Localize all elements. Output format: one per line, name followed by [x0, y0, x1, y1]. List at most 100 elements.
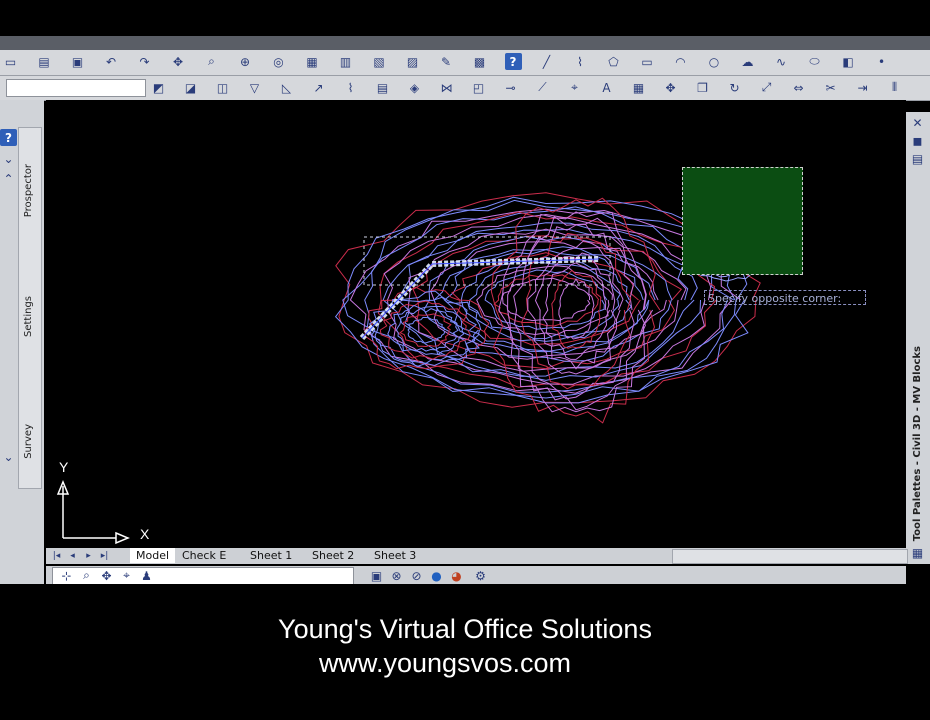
tab-sheet-2[interactable]: Sheet 2	[312, 548, 354, 563]
pipe-icon[interactable]: ⊸	[502, 79, 519, 96]
properties-icon[interactable]: ▦	[304, 53, 321, 70]
ucs-icon	[56, 480, 130, 545]
zoom-icon[interactable]: ⌕	[78, 567, 95, 584]
trim-icon[interactable]: ✂	[822, 79, 839, 96]
tab-check-e[interactable]: Check E	[182, 548, 226, 563]
top-black-bar	[0, 0, 930, 36]
caption-company: Young's Virtual Office Solutions	[278, 614, 652, 644]
tab-settings[interactable]: Settings	[23, 296, 34, 337]
label-icon[interactable]: A	[598, 79, 615, 96]
copy-icon[interactable]: ❐	[694, 79, 711, 96]
walk-icon[interactable]: ♟	[138, 567, 155, 584]
view-icon[interactable]: ⌖	[118, 567, 135, 584]
feature-line-icon[interactable]: ⟋	[534, 79, 551, 96]
profile-icon[interactable]: ⌇	[342, 79, 359, 96]
line-icon[interactable]: ╱	[538, 53, 555, 70]
design-center-icon[interactable]: ▥	[337, 53, 354, 70]
point-icon[interactable]: •	[873, 53, 890, 70]
drawing-canvas[interactable]: X Y Specify opposite corner:	[46, 100, 906, 548]
snap-icon[interactable]: ⊹	[58, 567, 75, 584]
layer-state-icon[interactable]: ◪	[182, 79, 199, 96]
properties-icon[interactable]: ▤	[909, 150, 926, 167]
alignment-icon[interactable]: ↗	[310, 79, 327, 96]
tab-sheet-3[interactable]: Sheet 3	[374, 548, 416, 563]
ucs-x-label: X	[140, 526, 150, 542]
polygon-icon[interactable]: ⬠	[605, 53, 622, 70]
close-icon[interactable]: ✕	[909, 114, 926, 131]
pan-icon[interactable]: ✥	[170, 53, 187, 70]
bottom-toolbar: ⊹ ⌕ ✥ ⌖ ♟ ▣ ⊗ ⊘ ● ◕ ⚙	[46, 566, 906, 585]
redo-icon[interactable]: ↷	[136, 53, 153, 70]
command-tooltip: Specify opposite corner:	[704, 290, 866, 305]
undo-icon[interactable]: ↶	[103, 53, 120, 70]
rectangle-icon[interactable]: ▭	[639, 53, 656, 70]
title-strip	[0, 36, 930, 50]
caption-area: Young's Virtual Office Solutions www.you…	[0, 584, 930, 720]
survey-icon[interactable]: ⌖	[566, 79, 583, 96]
visual-style-icon[interactable]: ▣	[368, 567, 385, 584]
parcel-icon[interactable]: ◰	[470, 79, 487, 96]
table-icon[interactable]: ▦	[630, 79, 647, 96]
layer-previous-icon[interactable]: ◫	[214, 79, 231, 96]
tool-palettes-icon[interactable]: ▧	[371, 53, 388, 70]
help-icon[interactable]: ?	[0, 129, 17, 146]
tab-prospector[interactable]: Prospector	[23, 164, 34, 217]
prev-tab-icon[interactable]: ◂	[64, 548, 81, 563]
auto-hide-icon[interactable]: ◼	[909, 132, 926, 149]
first-tab-icon[interactable]: |◂	[48, 548, 65, 563]
block-icon[interactable]: ◧	[840, 53, 857, 70]
new-icon[interactable]: ▭	[2, 53, 19, 70]
tab-survey[interactable]: Survey	[23, 424, 34, 459]
stretch-icon[interactable]: ⇔	[790, 79, 807, 96]
tab-sheet-1[interactable]: Sheet 1	[250, 548, 292, 563]
section-icon[interactable]: ▤	[374, 79, 391, 96]
next-tab-icon[interactable]: ▸	[80, 548, 97, 563]
chevron-up-icon[interactable]: ⌃	[0, 170, 17, 187]
wireframe-icon[interactable]: ⊗	[388, 567, 405, 584]
spline-icon[interactable]: ∿	[773, 53, 790, 70]
tool-palettes-panel: ✕ ◼ ▤ Tool Palettes - Civil 3D - MV Bloc…	[906, 112, 930, 564]
horizontal-scrollbar[interactable]	[672, 549, 908, 564]
circle-icon[interactable]: ○	[706, 53, 723, 70]
polyline-icon[interactable]: ⌇	[572, 53, 589, 70]
standard-toolbar: ▭ ▤ ▣ ↶ ↷ ✥ ⌕ ⊕ ◎ ▦ ▥ ▧ ▨ ✎ ▩? ╱ ⌇ ⬠ ▭ ◠ ○ ☁ ∿ ⬭ ◧ •	[0, 50, 930, 76]
rotate-icon[interactable]: ↻	[726, 79, 743, 96]
grading-icon[interactable]: ◈	[406, 79, 423, 96]
realistic-icon[interactable]: ◕	[448, 567, 465, 584]
open-icon[interactable]: ▤	[36, 53, 53, 70]
contour-line	[476, 265, 613, 336]
sheet-set-icon[interactable]: ▨	[404, 53, 421, 70]
hidden-icon[interactable]: ⊘	[408, 567, 425, 584]
save-icon[interactable]: ▣	[69, 53, 86, 70]
cloud-icon[interactable]: ☁	[739, 53, 756, 70]
chevron-down-icon[interactable]: ⌄	[0, 448, 17, 465]
caption-url: www.youngsvos.com	[318, 648, 572, 678]
extend-icon[interactable]: ⇥	[854, 79, 871, 96]
zoom-icon[interactable]: ⌕	[203, 53, 220, 70]
point-tool-icon[interactable]: ▽	[246, 79, 263, 96]
markup-icon[interactable]: ✎	[438, 53, 455, 70]
selection-window	[682, 167, 803, 275]
layer-icon[interactable]: ◩	[150, 79, 167, 96]
ucs-y-label: Y	[59, 459, 69, 475]
render-icon[interactable]: ⚙	[472, 567, 489, 584]
calculator-icon[interactable]: ▩	[471, 53, 488, 70]
last-tab-icon[interactable]: ▸|	[96, 548, 113, 563]
arc-icon[interactable]: ◠	[672, 53, 689, 70]
chevron-down-icon[interactable]: ⌄	[0, 150, 17, 167]
shaded-icon[interactable]: ●	[428, 567, 445, 584]
palette-icon[interactable]: ▦	[909, 544, 926, 561]
surface-tool-icon[interactable]: ◺	[278, 79, 295, 96]
scale-icon[interactable]: ⤢	[758, 79, 775, 96]
help-icon[interactable]: ?	[504, 53, 522, 70]
orbit-icon[interactable]: ◎	[270, 53, 287, 70]
tab-model[interactable]: Model	[130, 548, 176, 563]
offset-icon[interactable]: ⫴	[886, 79, 903, 96]
move-icon[interactable]: ✥	[662, 79, 679, 96]
ellipse-icon[interactable]: ⬭	[806, 53, 823, 70]
toolspace-tabs: Prospector Settings Survey	[18, 127, 42, 489]
corridor-icon[interactable]: ⋈	[438, 79, 455, 96]
zoom-window-icon[interactable]: ⊕	[237, 53, 254, 70]
pan-icon[interactable]: ✥	[98, 567, 115, 584]
layer-combo[interactable]	[6, 79, 146, 97]
